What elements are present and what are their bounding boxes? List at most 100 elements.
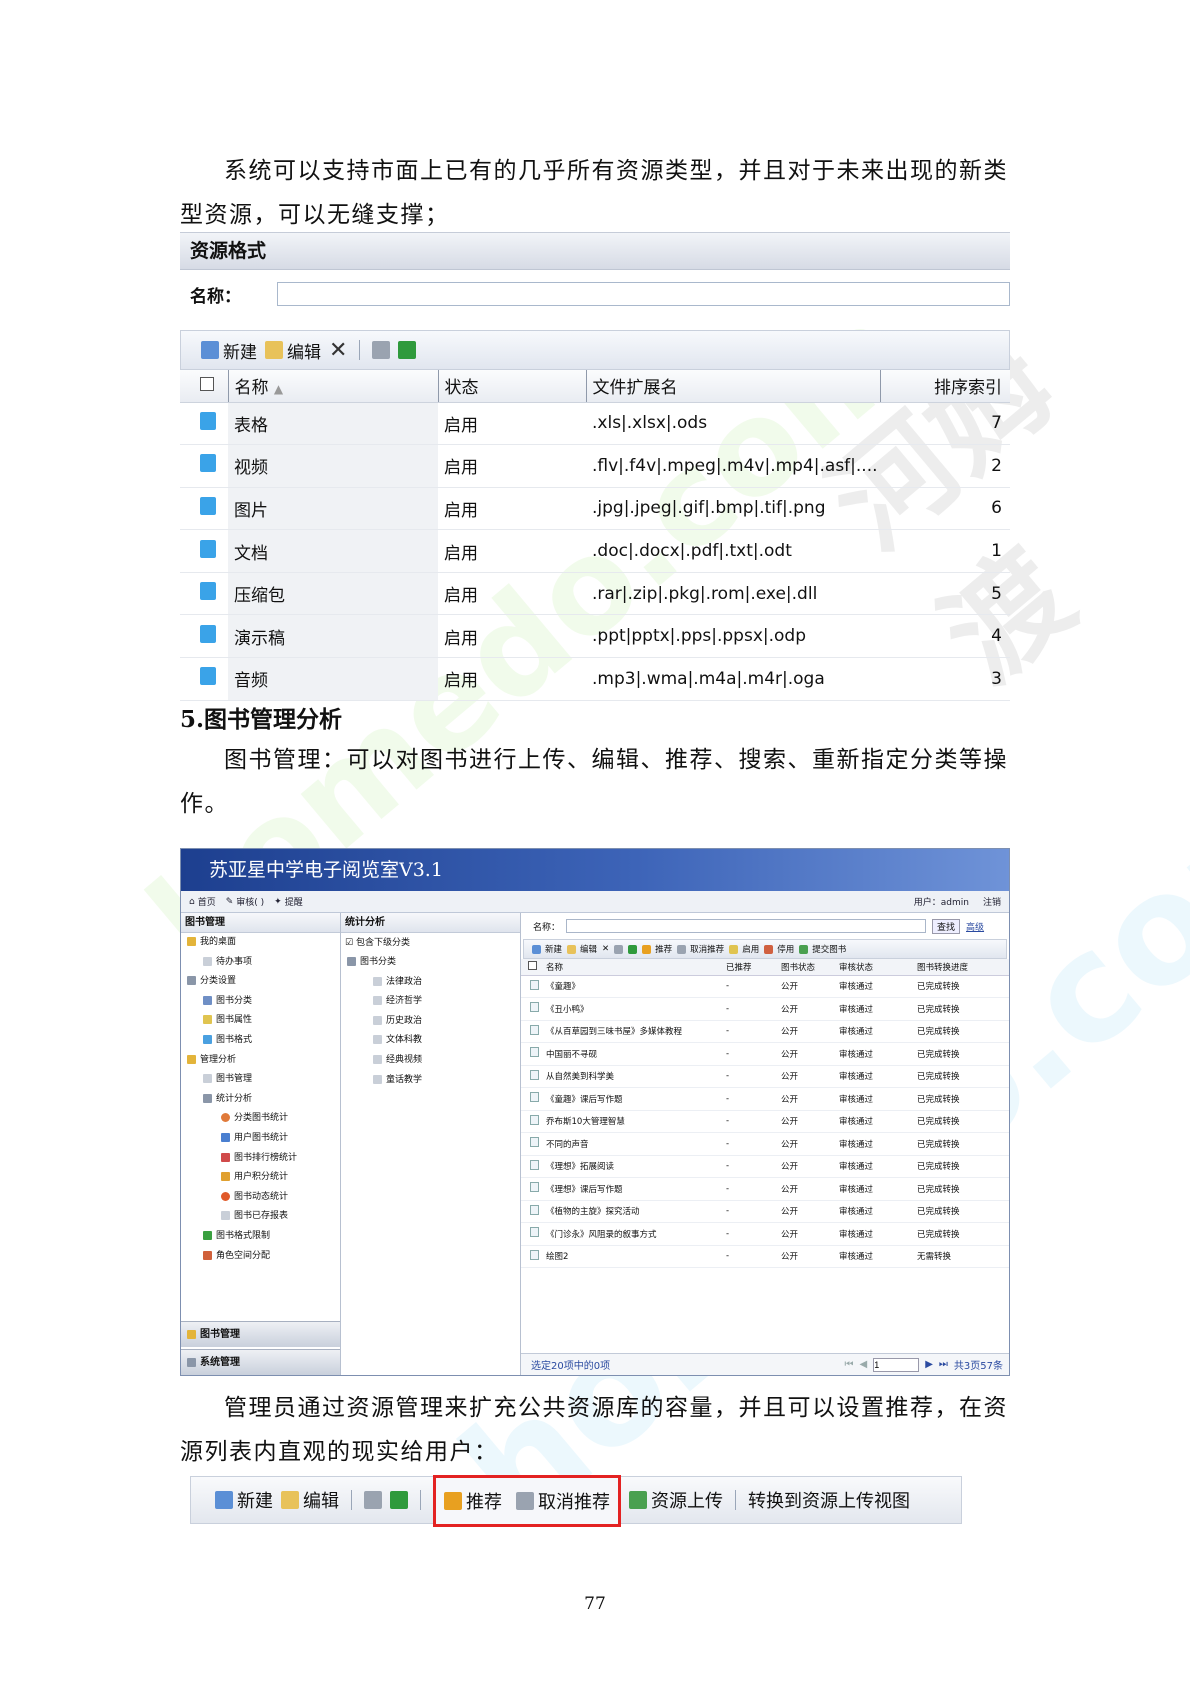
tree-item[interactable]: 图书格式限制 bbox=[187, 1227, 340, 1247]
intro-line-2: 型资源，可以无缝支撑； bbox=[180, 202, 450, 228]
last-page-icon[interactable]: ⏭ bbox=[939, 1359, 948, 1370]
recommend-button[interactable]: 推荐 bbox=[444, 1488, 502, 1514]
tree-item[interactable]: 待办事项 bbox=[187, 953, 340, 973]
column-header-ext[interactable]: 文件扩展名 bbox=[585, 370, 880, 403]
book-search-row: 名称： 查找 高级 bbox=[521, 913, 1009, 939]
print-icon[interactable] bbox=[614, 944, 624, 954]
column-header-recommended[interactable]: 已推荐 bbox=[723, 959, 778, 976]
close-icon[interactable]: ✕ bbox=[602, 944, 609, 954]
nav-audit[interactable]: 审核( ) bbox=[236, 895, 264, 908]
next-page-icon[interactable]: ▶ bbox=[925, 1359, 933, 1370]
cancel-recommend-button[interactable]: 取消推荐 bbox=[516, 1488, 610, 1514]
page-input[interactable] bbox=[873, 1357, 920, 1372]
tree-item[interactable]: 法律政治 bbox=[347, 973, 520, 993]
table-row[interactable]: 《理想》拓展阅读 - 公开 审核通过 已完成转换 bbox=[521, 1155, 1009, 1178]
search-input[interactable] bbox=[277, 282, 1010, 306]
enable-button[interactable]: 启用 bbox=[729, 943, 759, 955]
tree-item[interactable]: 图书格式 bbox=[187, 1031, 340, 1051]
table-row[interactable]: 文档 启用 .doc|.docx|.pdf|.txt|.odt 1 bbox=[180, 529, 1010, 573]
column-header-status[interactable]: 状态 bbox=[437, 370, 586, 403]
tree-item[interactable]: 我的桌面 bbox=[187, 933, 340, 953]
delete-button[interactable]: ✕ bbox=[329, 338, 347, 363]
first-page-icon[interactable]: ⏮ bbox=[845, 1359, 854, 1370]
table-row[interactable]: 《从百草园到三味书屋》多媒体教程 - 公开 审核通过 已完成转换 bbox=[521, 1020, 1009, 1043]
table-row[interactable]: 《植物的主旋》探究活动 - 公开 审核通过 已完成转换 bbox=[521, 1200, 1009, 1223]
table-row[interactable]: 压缩包 启用 .rar|.zip|.pkg|.rom|.exe|.dll 5 bbox=[180, 572, 1010, 616]
new-button[interactable]: 新建 bbox=[215, 1487, 273, 1513]
select-all-checkbox[interactable] bbox=[528, 960, 537, 970]
book-search-input[interactable] bbox=[566, 919, 927, 933]
tree-item[interactable]: 用户图书统计 bbox=[187, 1129, 340, 1149]
tree-item[interactable]: 统计分析 bbox=[187, 1090, 340, 1110]
print-button[interactable] bbox=[372, 341, 391, 359]
edit-button[interactable]: 编辑 bbox=[567, 943, 597, 955]
table-row[interactable]: 中国丽不寻砚 - 公开 审核通过 已完成转换 bbox=[521, 1042, 1009, 1066]
tree-item[interactable]: 图书管理 bbox=[187, 1070, 340, 1090]
upload-button[interactable]: 资源上传 bbox=[629, 1487, 723, 1513]
tree-item[interactable]: 分类图书统计 bbox=[187, 1109, 340, 1129]
tree-item[interactable]: 童话教学 bbox=[347, 1071, 520, 1091]
tree-item[interactable]: 用户积分统计 bbox=[187, 1168, 340, 1188]
edit-button[interactable]: 编辑 bbox=[281, 1487, 339, 1513]
table-row[interactable]: 演示稿 启用 .ppt|pptx|.pps|.ppsx|.odp 4 bbox=[180, 614, 1010, 659]
table-row[interactable]: 《门诊永》风阻录的叙事方式 - 公开 审核通过 已完成转换 bbox=[521, 1222, 1009, 1246]
tree-item[interactable]: 图书分类 bbox=[347, 953, 520, 973]
disable-button[interactable]: 停用 bbox=[764, 943, 794, 955]
tree-item[interactable]: 图书排行榜统计 bbox=[187, 1149, 340, 1169]
submit-book-button[interactable]: 提交图书 bbox=[799, 943, 846, 955]
column-header-index[interactable]: 排序索引 bbox=[879, 370, 1010, 403]
table-row[interactable]: 图片 启用 .jpg|.jpeg|.gif|.bmp|.tif|.png 6 bbox=[180, 487, 1010, 531]
recommend-button[interactable]: 推荐 bbox=[642, 943, 672, 955]
tree-item[interactable]: 图书动态统计 bbox=[187, 1188, 340, 1208]
column-header-convert[interactable]: 图书转换进度 bbox=[914, 959, 1009, 976]
advanced-search-link[interactable]: 高级 bbox=[966, 920, 984, 933]
search-button[interactable]: 查找 bbox=[932, 918, 961, 934]
column-header-name[interactable]: 名称 bbox=[543, 959, 723, 976]
table-row[interactable]: 视频 启用 .flv|.f4v|.mpeg|.m4v|.mp4|.asf|...… bbox=[180, 444, 1010, 488]
tree-item[interactable]: 管理分析 bbox=[187, 1051, 340, 1071]
nav-logout[interactable]: 注销 bbox=[983, 895, 1001, 908]
excel-button[interactable] bbox=[390, 1491, 408, 1509]
nav-home[interactable]: 首页 bbox=[198, 895, 216, 908]
recommend-icon bbox=[444, 1492, 462, 1510]
tree-item[interactable]: 历史政治 bbox=[347, 1012, 520, 1032]
tree-item[interactable]: 图书分类 bbox=[187, 992, 340, 1012]
table-row[interactable]: 《童趣》课后写作题 - 公开 审核通过 已完成转换 bbox=[521, 1087, 1009, 1111]
left-nav-books[interactable]: 图书管理 bbox=[181, 1321, 340, 1347]
column-header-audit-state[interactable]: 审核状态 bbox=[836, 959, 914, 976]
select-all-checkbox[interactable] bbox=[200, 376, 214, 391]
table-row[interactable]: 不同的声音 - 公开 审核通过 已完成转换 bbox=[521, 1132, 1009, 1156]
tree-item[interactable]: 角色空间分配 bbox=[187, 1247, 340, 1267]
table-row[interactable]: 绘图2- 公开 审核通过 无需转换 bbox=[521, 1245, 1009, 1268]
table-row[interactable]: 《丑小鸭》 - 公开 审核通过 已完成转换 bbox=[521, 997, 1009, 1021]
chart-icon bbox=[203, 1093, 212, 1103]
column-header-name[interactable]: 名称 ▲ bbox=[227, 370, 438, 403]
column-header-book-state[interactable]: 图书状态 bbox=[778, 959, 836, 976]
tree-item[interactable]: 图书属性 bbox=[187, 1011, 340, 1031]
app-nav-bar: ⌂ 首页 ✎ 审核( ) ✦ 提醒 用户：admin 注销 bbox=[181, 891, 1009, 913]
prev-page-icon[interactable]: ◀ bbox=[860, 1359, 868, 1370]
table-row[interactable]: 表格 启用 .xls|.xlsx|.ods 7 bbox=[180, 402, 1010, 446]
include-sub-checkbox[interactable]: ☑ 包含下级分类 bbox=[341, 933, 520, 953]
nav-remind[interactable]: 提醒 bbox=[285, 895, 303, 908]
table-row[interactable]: 音频 启用 .mp3|.wma|.m4a|.m4r|.oga 3 bbox=[180, 657, 1010, 701]
table-row[interactable]: 从自然美到科学美 - 公开 审核通过 已完成转换 bbox=[521, 1065, 1009, 1088]
edit-button[interactable]: 编辑 bbox=[265, 338, 321, 363]
tree-item[interactable]: 经典视频 bbox=[347, 1051, 520, 1071]
tree-item[interactable]: 文体科教 bbox=[347, 1031, 520, 1051]
new-button[interactable]: 新建 bbox=[201, 338, 257, 363]
switch-view-button[interactable]: 转换到资源上传视图 bbox=[748, 1487, 910, 1513]
left-nav-system[interactable]: 系统管理 bbox=[181, 1349, 340, 1375]
excel-button[interactable] bbox=[398, 341, 417, 359]
print-button[interactable] bbox=[364, 1491, 382, 1509]
table-row[interactable]: 乔布斯10大管理智慧 - 公开 审核通过 已完成转换 bbox=[521, 1110, 1009, 1133]
cancel-recommend-button[interactable]: 取消推荐 bbox=[677, 943, 724, 955]
tree-item[interactable]: 经济哲学 bbox=[347, 992, 520, 1012]
tree-item[interactable]: 分类设置 bbox=[187, 972, 340, 992]
tree-item[interactable]: 图书已存报表 bbox=[187, 1207, 340, 1227]
excel-icon[interactable] bbox=[628, 944, 638, 954]
new-button[interactable]: 新建 bbox=[532, 943, 562, 955]
enable-icon bbox=[729, 944, 739, 954]
table-row[interactable]: 《童趣》 - 公开 审核通过 已完成转换 bbox=[521, 975, 1009, 998]
table-row[interactable]: 《理想》课后写作题 - 公开 审核通过 已完成转换 bbox=[521, 1177, 1009, 1201]
